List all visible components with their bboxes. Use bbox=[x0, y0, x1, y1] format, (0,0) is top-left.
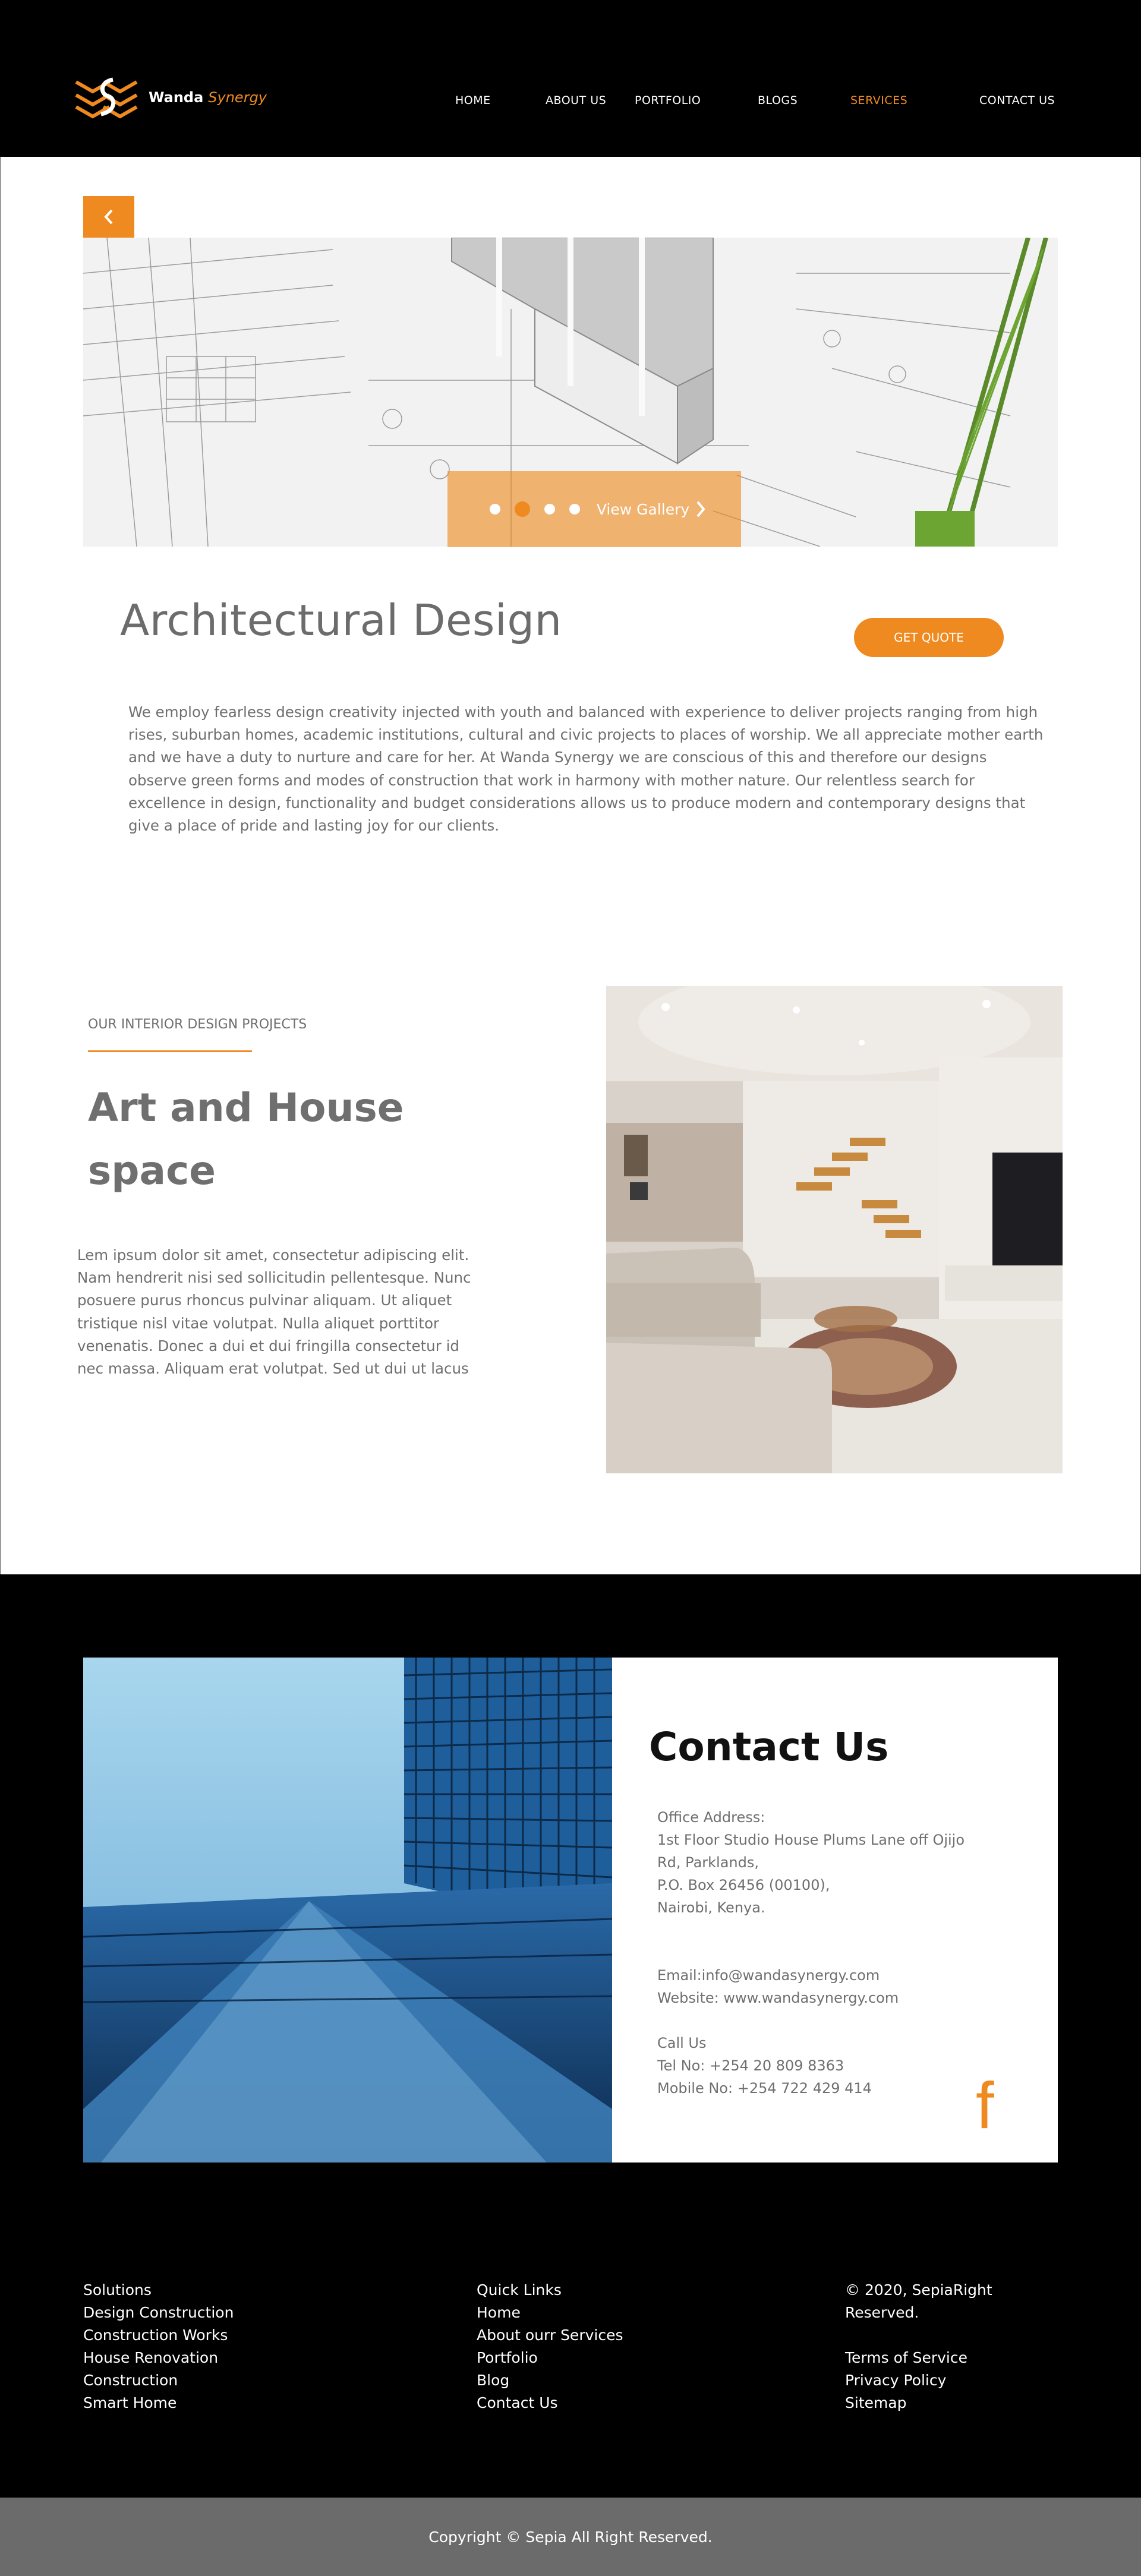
footer-link-design-construction[interactable]: Design Construction bbox=[83, 2302, 234, 2324]
contact-email[interactable]: Email:info@wandasynergy.com bbox=[657, 1964, 1038, 1987]
address-line-2: Rd, Parklands, bbox=[657, 1854, 759, 1871]
nav-services[interactable]: SERVICES bbox=[850, 94, 907, 107]
contact-website[interactable]: Website: www.wandasynergy.com bbox=[657, 1987, 1038, 2009]
interior-title: Art and House space bbox=[88, 1077, 445, 1202]
address-label: Office Address: bbox=[657, 1809, 765, 1826]
address-line-3: P.O. Box 26456 (00100), bbox=[657, 1877, 830, 1893]
footer-link-smart-home[interactable]: Smart Home bbox=[83, 2392, 234, 2414]
brand-name: Wanda Synergy bbox=[149, 89, 267, 106]
footer-link-blog[interactable]: Blog bbox=[477, 2369, 623, 2392]
carousel-dot-2[interactable] bbox=[514, 501, 530, 517]
footer-solutions-heading: Solutions bbox=[83, 2281, 152, 2299]
footer-link-about-services[interactable]: About ourr Services bbox=[477, 2324, 623, 2347]
view-gallery-label: View Gallery bbox=[596, 500, 690, 518]
eyebrow-underline bbox=[88, 1050, 252, 1052]
footer-link-house-renovation[interactable]: House Renovation bbox=[83, 2347, 234, 2369]
view-gallery-link[interactable]: View Gallery bbox=[597, 500, 706, 518]
interior-title-line1: Art and House bbox=[88, 1085, 404, 1131]
interior-title-line2: space bbox=[88, 1148, 216, 1194]
footer-link-contact-us[interactable]: Contact Us bbox=[477, 2392, 623, 2414]
contact-building-image bbox=[83, 1658, 612, 2163]
footer-quick-links: Quick Links Home About ourr Services Por… bbox=[477, 2279, 623, 2414]
footer-copyright-line-1: © 2020, SepiaRight bbox=[845, 2281, 992, 2299]
service-description: We employ fearless design creativity inj… bbox=[128, 703, 1044, 835]
nav-portfolio[interactable]: PORTFOLIO bbox=[635, 94, 701, 107]
footer-link-sitemap[interactable]: Sitemap bbox=[845, 2392, 992, 2414]
footer-solutions: Solutions Design Construction Constructi… bbox=[83, 2279, 234, 2414]
footer-quick-links-heading: Quick Links bbox=[477, 2281, 562, 2299]
footer-link-portfolio[interactable]: Portfolio bbox=[477, 2347, 623, 2369]
interior-text: Lem ipsum dolor sit amet, consectetur ad… bbox=[77, 1246, 471, 1378]
copyright-bar: Copyright © Sepia All Right Reserved. bbox=[0, 2498, 1141, 2576]
interior-eyebrow: OUR INTERIOR DESIGN PROJECTS bbox=[88, 1017, 307, 1032]
brand-logo[interactable]: Wanda Synergy bbox=[74, 76, 267, 119]
interior-photo bbox=[606, 986, 1063, 1473]
site-header: Wanda Synergy HOME ABOUT US PORTFOLIO BLO… bbox=[0, 0, 1141, 157]
call-label: Call Us bbox=[657, 2035, 707, 2051]
contact-details: Office Address: 1st Floor Studio House P… bbox=[657, 1806, 1038, 2100]
copyright-text: Copyright © Sepia All Right Reserved. bbox=[428, 2528, 713, 2546]
nav-home[interactable]: HOME bbox=[455, 94, 491, 107]
footer-link-terms[interactable]: Terms of Service bbox=[845, 2347, 992, 2369]
gallery-controls: View Gallery bbox=[447, 471, 741, 547]
contact-title: Contact Us bbox=[649, 1724, 889, 1770]
address-line-1: 1st Floor Studio House Plums Lane off Oj… bbox=[657, 1832, 965, 1848]
footer-link-privacy[interactable]: Privacy Policy bbox=[845, 2369, 992, 2392]
back-button[interactable] bbox=[83, 196, 134, 238]
carousel-dot-3[interactable] bbox=[544, 504, 555, 514]
contact-card: Contact Us Office Address: 1st Floor Stu… bbox=[612, 1658, 1058, 2163]
footer-link-home[interactable]: Home bbox=[477, 2302, 623, 2324]
nav-contact-us[interactable]: CONTACT US bbox=[979, 94, 1055, 107]
address-line-4: Nairobi, Kenya. bbox=[657, 1899, 765, 1916]
footer-link-construction-works[interactable]: Construction Works bbox=[83, 2324, 234, 2347]
logo-mark-icon bbox=[75, 77, 138, 119]
carousel-dot-1[interactable] bbox=[489, 504, 500, 514]
carousel-dot-4[interactable] bbox=[569, 504, 580, 514]
living-room-illustration bbox=[606, 986, 1063, 1473]
nav-blogs[interactable]: BLOGS bbox=[758, 94, 798, 107]
footer-link-construction[interactable]: Construction bbox=[83, 2369, 234, 2392]
footer-legal: © 2020, SepiaRight Reserved. Terms of Se… bbox=[845, 2279, 992, 2414]
chevron-left-icon bbox=[104, 209, 113, 225]
nav-about-us[interactable]: ABOUT US bbox=[546, 94, 606, 107]
service-title: Architectural Design bbox=[120, 595, 562, 645]
get-quote-button[interactable]: GET QUOTE bbox=[854, 618, 1004, 657]
building-illustration bbox=[83, 1658, 612, 2163]
footer-copyright-line-2: Reserved. bbox=[845, 2304, 919, 2321]
chevron-right-icon bbox=[696, 501, 705, 517]
facebook-icon[interactable]: f bbox=[976, 2073, 994, 2139]
